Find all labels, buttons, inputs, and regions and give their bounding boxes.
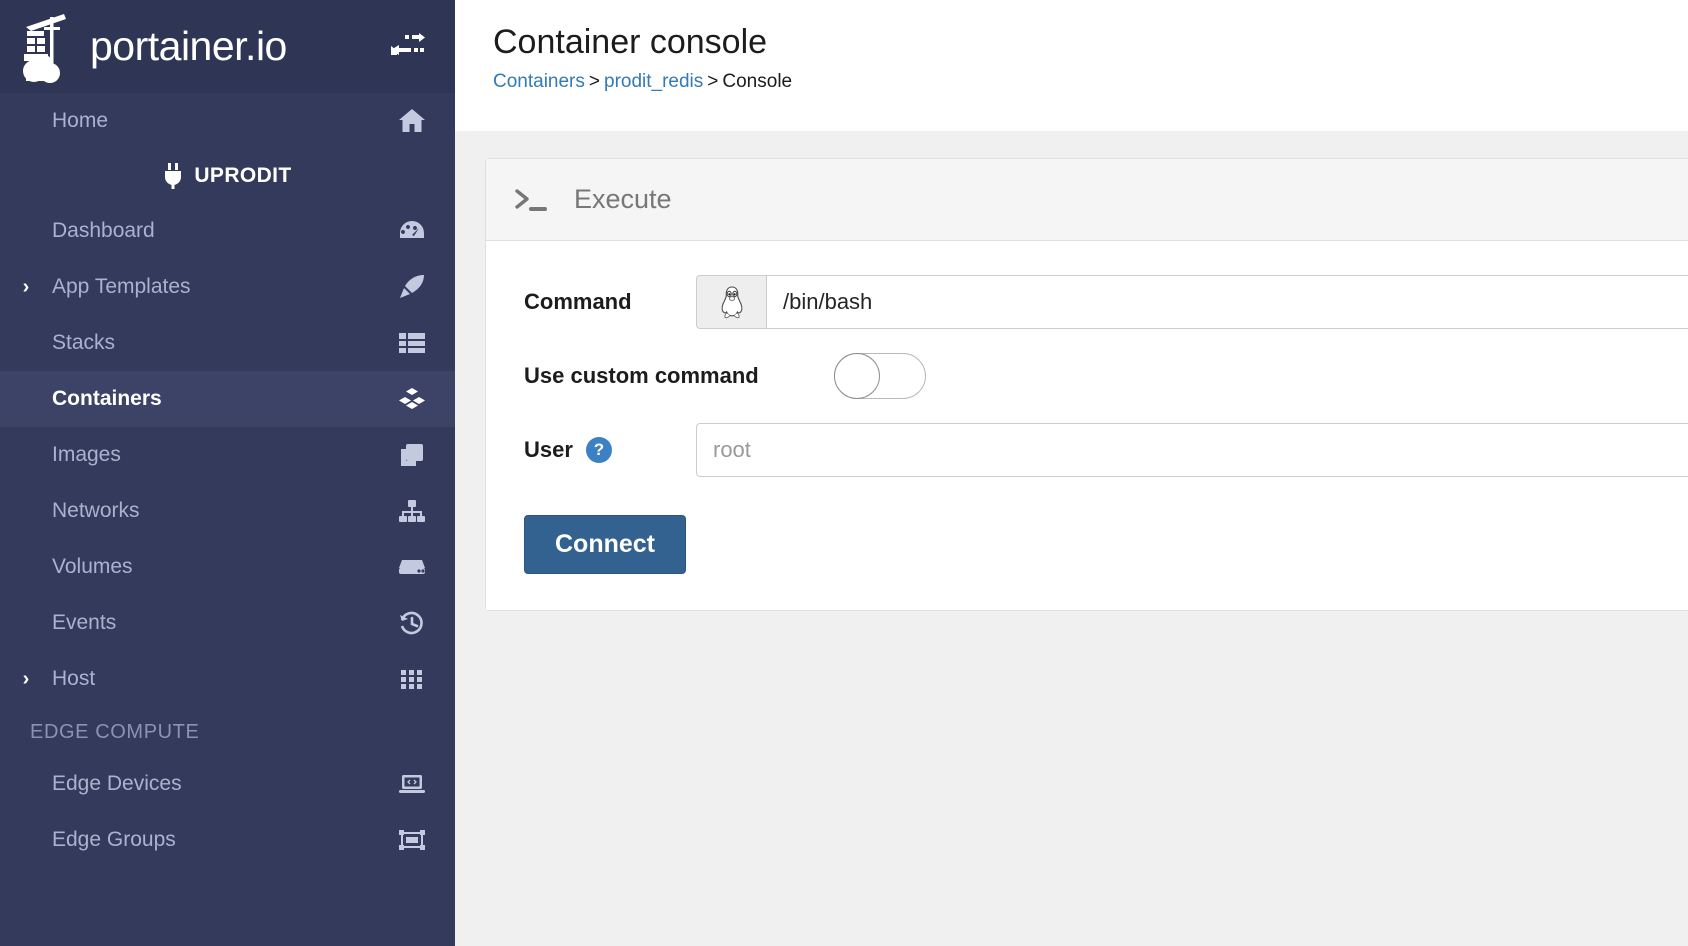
- sidebar-endpoint-label: UPRODIT: [194, 164, 292, 187]
- brand-logo[interactable]: portainer.io: [20, 9, 385, 85]
- sidebar-item-host[interactable]: › Host: [0, 651, 455, 707]
- custom-command-row: Use custom command: [486, 353, 1688, 399]
- sidebar-item-dashboard[interactable]: Dashboard: [0, 203, 455, 259]
- breadcrumb-link-container[interactable]: prodit_redis: [604, 71, 703, 92]
- caret-placeholder: [0, 110, 52, 133]
- networks-sitemap-icon: [395, 499, 429, 523]
- sidebar-item-label: Stacks: [52, 331, 116, 354]
- execute-panel-header: Execute: [486, 159, 1688, 241]
- sidebar-item-label: Home: [52, 109, 109, 132]
- app-root: portainer.io Home UPRODIT Dashboard › Ap…: [0, 0, 1688, 946]
- sidebar-toggle-arrows-icon[interactable]: [385, 25, 429, 69]
- command-label: Command: [524, 289, 632, 314]
- sidebar-endpoint-uprodit[interactable]: UPRODIT: [0, 149, 455, 203]
- volumes-hdd-icon: [395, 557, 429, 577]
- caret-placeholder: [0, 773, 52, 796]
- caret-placeholder: [0, 332, 52, 355]
- content-area: Execute Command /bin/bash Use custom com…: [455, 131, 1688, 611]
- sidebar-item-label: Edge Devices: [52, 772, 182, 795]
- user-input-group: [696, 423, 1688, 477]
- sidebar-item-label: Containers: [52, 387, 162, 410]
- portainer-crane-logo-icon: [20, 9, 92, 85]
- sidebar-header: portainer.io: [0, 0, 455, 93]
- main-content: Container console Containers > prodit_redi…: [455, 0, 1688, 946]
- command-input[interactable]: [766, 275, 1688, 329]
- host-grid-icon: [395, 667, 429, 691]
- breadcrumb-link-containers[interactable]: Containers: [493, 71, 585, 92]
- sidebar-nav: Home UPRODIT Dashboard › App Templates S…: [0, 93, 455, 868]
- connect-button[interactable]: Connect: [524, 515, 686, 574]
- execute-panel-body: Command /bin/bash Use custom command Use…: [486, 241, 1688, 610]
- user-row: User ?: [486, 423, 1688, 477]
- breadcrumb-separator: >: [707, 70, 719, 92]
- sidebar-item-stacks[interactable]: Stacks: [0, 315, 455, 371]
- home-icon: [395, 108, 429, 134]
- caret-placeholder: [0, 220, 52, 243]
- toggle-knob: [834, 353, 880, 399]
- sidebar-item-label: App Templates: [52, 275, 191, 298]
- sidebar-item-label: Networks: [52, 499, 140, 522]
- question-circle-icon[interactable]: ?: [585, 437, 612, 463]
- sidebar-item-app-templates[interactable]: › App Templates: [0, 259, 455, 315]
- page-header: Container console Containers > prodit_redi…: [455, 0, 1688, 131]
- edge-devices-laptop-code-icon: [395, 773, 429, 795]
- dashboard-gauge-icon: [395, 219, 429, 243]
- sidebar-item-label: Images: [52, 443, 121, 466]
- user-label-text: User: [524, 437, 573, 462]
- sidebar-item-label: Events: [52, 611, 117, 634]
- sidebar-item-networks[interactable]: Networks: [0, 483, 455, 539]
- events-history-icon: [395, 611, 429, 635]
- sidebar-item-volumes[interactable]: Volumes: [0, 539, 455, 595]
- caret-placeholder: [0, 500, 52, 523]
- sidebar-section-edge-compute: EDGE COMPUTE: [30, 721, 200, 743]
- stacks-list-icon: [395, 331, 429, 355]
- command-row: Command: [486, 275, 1688, 329]
- caret-placeholder: [0, 444, 52, 467]
- page-title: Container console: [493, 23, 768, 61]
- chevron-right-icon[interactable]: ›: [0, 668, 52, 691]
- edge-groups-object-group-icon: [395, 828, 429, 852]
- custom-command-label: Use custom command: [524, 363, 759, 388]
- sidebar-item-label: Host: [52, 667, 96, 690]
- caret-placeholder: [0, 612, 52, 635]
- sidebar-item-edge-groups[interactable]: Edge Groups: [0, 812, 455, 868]
- sidebar-item-events[interactable]: Events: [0, 595, 455, 651]
- command-input-group: [696, 275, 1688, 329]
- containers-boxes-icon: [395, 387, 429, 411]
- user-label: User ?: [524, 437, 696, 463]
- execute-panel: Execute Command /bin/bash Use custom com…: [485, 158, 1688, 611]
- caret-placeholder: [0, 556, 52, 579]
- sidebar-item-edge-devices[interactable]: Edge Devices: [0, 756, 455, 812]
- rocket-icon: [395, 274, 429, 300]
- sidebar: portainer.io Home UPRODIT Dashboard › Ap…: [0, 0, 455, 946]
- linux-tux-icon: [696, 275, 766, 329]
- use-custom-command-toggle[interactable]: [834, 353, 926, 399]
- sidebar-item-label: Volumes: [52, 555, 133, 578]
- user-input[interactable]: [696, 423, 1688, 477]
- sidebar-item-home[interactable]: Home: [0, 93, 455, 149]
- execute-panel-title: Execute: [574, 184, 672, 214]
- sidebar-item-images[interactable]: Images: [0, 427, 455, 483]
- breadcrumb: Containers > prodit_redis > Console: [493, 71, 1688, 93]
- breadcrumb-separator: >: [588, 70, 600, 92]
- terminal-prompt-icon: [514, 185, 550, 215]
- brand-name: portainer.io: [90, 23, 287, 69]
- caret-placeholder: [0, 388, 52, 411]
- plug-icon: [163, 163, 183, 189]
- caret-placeholder: [0, 829, 52, 852]
- sidebar-item-label: Dashboard: [52, 219, 155, 242]
- sidebar-item-label: Edge Groups: [52, 828, 176, 851]
- chevron-right-icon[interactable]: ›: [0, 276, 52, 299]
- sidebar-item-containers[interactable]: Containers: [0, 371, 455, 427]
- images-copy-icon: [395, 443, 429, 467]
- breadcrumb-current: Console: [722, 70, 793, 92]
